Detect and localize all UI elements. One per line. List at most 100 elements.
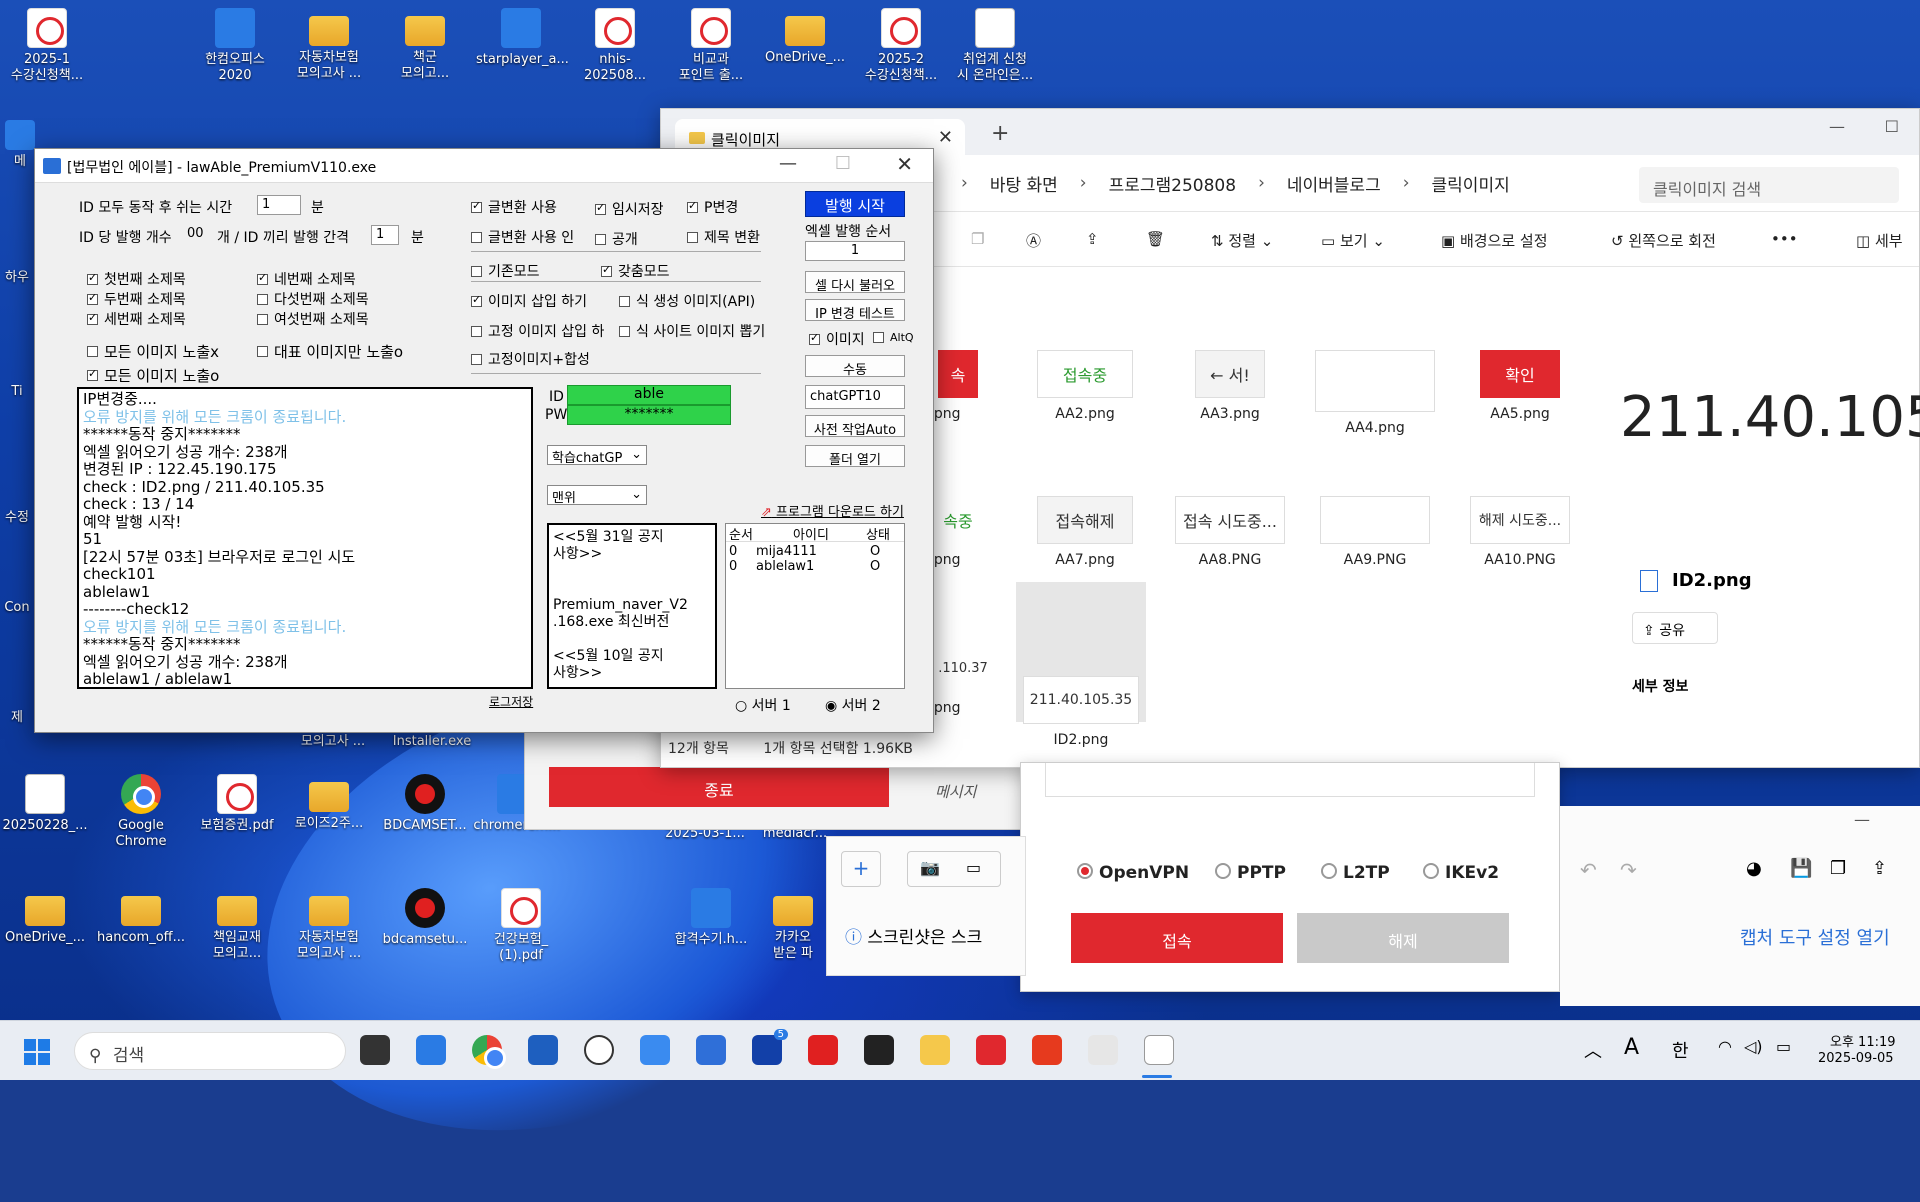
temp-save-checkbox[interactable]: 임시저장 bbox=[595, 199, 664, 219]
save-icon[interactable]: 💾 bbox=[1790, 858, 1812, 879]
share-button[interactable]: ⇪ 공유 bbox=[1632, 612, 1718, 644]
checkbox[interactable] bbox=[619, 325, 630, 337]
desktop-icon[interactable]: 2025-1 수강신청책... bbox=[2, 8, 92, 84]
pw-input[interactable]: ******* bbox=[567, 405, 731, 425]
taskbar-search[interactable]: ⚲ 검색 bbox=[74, 1032, 346, 1070]
desktop-icon[interactable]: starplayer_a... bbox=[476, 8, 569, 68]
settings-link[interactable]: 캡처 도구 설정 열기 bbox=[1740, 924, 1890, 950]
rest-time-input[interactable]: 1 bbox=[257, 195, 301, 215]
position-select[interactable]: 맨위 ⌄ bbox=[547, 485, 647, 506]
checkbox[interactable] bbox=[595, 201, 606, 215]
clock-time[interactable]: 오후 11:19 bbox=[1830, 1031, 1896, 1050]
subtitle-3-checkbox[interactable]: 세번째 소제목 bbox=[87, 309, 186, 329]
download-link[interactable]: ⇗ 프로그램 다운로드 하기 bbox=[761, 501, 904, 520]
rep-img-only-checkbox[interactable]: 대표 이미지만 노출o bbox=[257, 341, 403, 362]
checkbox[interactable] bbox=[87, 271, 98, 285]
id-input[interactable]: able bbox=[567, 385, 731, 405]
text-convert-in-checkbox[interactable]: 글변환 사용 인 bbox=[471, 227, 574, 247]
log-output[interactable]: IP변경중.... 오류 방지를 위해 모든 크롬이 종료됩니다. ******동작… bbox=[77, 387, 533, 689]
maximize-icon[interactable]: ☐ bbox=[1885, 117, 1899, 136]
capture-mode-toggle[interactable]: 📷 ▭ bbox=[907, 851, 1001, 887]
desktop-icon[interactable]: 자동차보험 모의고사 ... bbox=[284, 8, 374, 82]
view-button[interactable]: ▭ 보기 ⌄ bbox=[1321, 230, 1385, 251]
new-tab-icon[interactable]: + bbox=[991, 121, 1009, 146]
sort-button[interactable]: ⇅ 정렬 ⌄ bbox=[1211, 230, 1273, 251]
desktop-icon[interactable]: bdcamsetu... bbox=[380, 888, 470, 948]
desktop-icon-partial[interactable]: 모의고사 ... bbox=[288, 734, 378, 750]
battery-icon[interactable]: ▭ bbox=[1776, 1037, 1791, 1056]
file-tile[interactable]: 접속 시도중... AA8.PNG bbox=[1165, 496, 1295, 568]
explorer-search-input[interactable]: 클릭이미지 검색 bbox=[1639, 167, 1899, 203]
checkbox[interactable] bbox=[87, 346, 98, 357]
interval-input[interactable]: 1 bbox=[371, 225, 399, 245]
wifi-icon[interactable]: ◠ bbox=[1718, 1037, 1732, 1056]
table-row[interactable]: 0 mija4111 O bbox=[726, 542, 904, 559]
rename-icon[interactable]: Ⓐ bbox=[1026, 230, 1041, 251]
minimize-icon[interactable]: — bbox=[1829, 117, 1845, 136]
snip-tool-icon[interactable] bbox=[1088, 1035, 1118, 1065]
volume-icon[interactable]: ◁) bbox=[1744, 1037, 1763, 1056]
fixed-compose-checkbox[interactable]: 고정이미지+합성 bbox=[471, 349, 590, 369]
file-tile[interactable]: ← 서! AA3.png bbox=[1165, 350, 1295, 422]
title-convert-checkbox[interactable]: 제목 변환 bbox=[687, 227, 760, 247]
desktop-icon[interactable]: 보험증권.pdf bbox=[192, 774, 282, 834]
tray-chevron-icon[interactable]: ︿ bbox=[1584, 1037, 1602, 1063]
share-icon[interactable]: ⇪ bbox=[1086, 230, 1099, 248]
public-checkbox[interactable]: 공개 bbox=[595, 229, 638, 249]
file-tile[interactable]: 접속중 AA2.png bbox=[1020, 350, 1150, 422]
gen-img-checkbox[interactable]: 식 생성 이미지(API) bbox=[619, 291, 755, 311]
checkbox[interactable] bbox=[471, 265, 482, 277]
checkbox[interactable] bbox=[257, 346, 268, 357]
desktop-icon-partial[interactable]: 수정 bbox=[0, 510, 34, 526]
publish-start-button[interactable]: 발행 시작 bbox=[805, 191, 905, 217]
desktop-icon-partial[interactable]: Con bbox=[0, 600, 34, 616]
desktop-icon[interactable]: 비교과 포인트 출... bbox=[666, 8, 756, 84]
breadcrumb-item[interactable]: 바탕 화면 bbox=[990, 171, 1058, 196]
desktop-icon[interactable]: BDCAMSET... bbox=[380, 774, 470, 834]
red-app-icon[interactable] bbox=[808, 1035, 838, 1065]
checkbox[interactable] bbox=[257, 313, 268, 325]
checkbox[interactable] bbox=[471, 231, 482, 243]
ime-han[interactable]: 한 bbox=[1672, 1037, 1689, 1063]
copy-icon[interactable]: ❐ bbox=[971, 230, 984, 248]
subtitle-4-checkbox[interactable]: 네번째 소제목 bbox=[257, 269, 356, 289]
image-checkbox[interactable]: 이미지 bbox=[809, 329, 865, 349]
desktop-icon-partial[interactable]: 제 bbox=[0, 710, 34, 726]
all-img-x-checkbox[interactable]: 모든 이미지 노출x bbox=[87, 341, 219, 362]
excel-order-input[interactable]: 1 bbox=[805, 241, 905, 261]
desktop-icon[interactable]: 취업계 신청 시 온라인은... bbox=[950, 8, 1040, 84]
fancy-mode-checkbox[interactable]: 갖춤모드 bbox=[601, 261, 670, 281]
close-icon[interactable]: ✕ bbox=[896, 152, 913, 176]
desktop-icon[interactable]: 건강보험_ (1).pdf bbox=[476, 888, 566, 964]
file-tile[interactable]: 접속해제 AA7.png bbox=[1020, 496, 1150, 568]
subtitle-2-checkbox[interactable]: 두번째 소제목 bbox=[87, 289, 186, 309]
new-capture-icon[interactable]: + bbox=[841, 851, 881, 887]
column-header[interactable]: 순서 bbox=[726, 524, 756, 543]
ime-a[interactable]: A bbox=[1624, 1035, 1639, 1060]
breadcrumb-item[interactable]: 클릭이미지 bbox=[1432, 171, 1510, 196]
chrome-icon[interactable] bbox=[472, 1035, 506, 1069]
camera-icon[interactable]: 📷 bbox=[920, 858, 940, 877]
checkbox[interactable] bbox=[809, 331, 820, 345]
desktop-icon[interactable]: 로이즈2주... bbox=[284, 774, 374, 832]
log-save-button[interactable]: 로그저장 bbox=[489, 693, 533, 710]
desktop-icon[interactable]: 한컴오피스 2020 bbox=[190, 8, 280, 84]
desktop-icon-partial[interactable]: Installer.exe bbox=[382, 734, 482, 750]
radio-pptp[interactable]: PPTP bbox=[1215, 863, 1286, 883]
checkbox[interactable] bbox=[87, 311, 98, 325]
checkbox[interactable] bbox=[471, 325, 482, 337]
desktop-icon[interactable]: 2025-2 수강신청책... bbox=[856, 8, 946, 84]
clock-date[interactable]: 2025-09-05 bbox=[1818, 1051, 1894, 1066]
file-tile[interactable]: 211.40.105.35 ID2.png bbox=[1016, 582, 1146, 748]
desktop-icon[interactable]: 합격수기.h... bbox=[666, 888, 756, 948]
start-icon[interactable] bbox=[24, 1039, 50, 1065]
checkbox[interactable] bbox=[87, 367, 98, 381]
share-icon[interactable]: ⇪ bbox=[1872, 858, 1887, 879]
paint-icon[interactable]: ◕ bbox=[1746, 858, 1762, 879]
checkbox[interactable] bbox=[471, 353, 482, 365]
launcher-icon[interactable]: 5 bbox=[752, 1029, 788, 1065]
connect-button[interactable]: 접속 bbox=[1071, 913, 1283, 963]
breadcrumb-item[interactable]: 네이버블로그 bbox=[1287, 171, 1381, 196]
model-select[interactable]: 학습chatGP ⌄ bbox=[547, 445, 647, 466]
checkbox[interactable] bbox=[873, 331, 884, 343]
